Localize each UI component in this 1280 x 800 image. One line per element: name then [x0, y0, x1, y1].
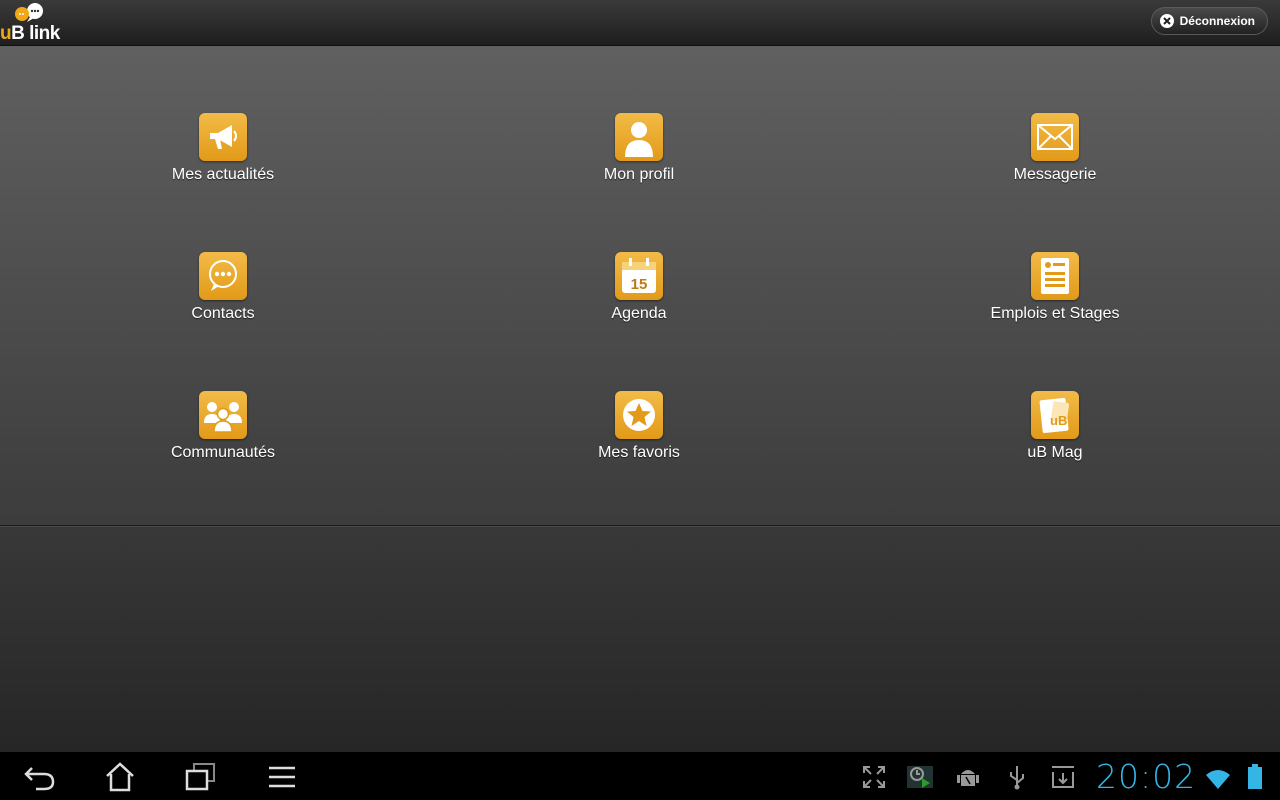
- magazine-icon: uB: [1031, 391, 1079, 439]
- menu-item-label: Contacts: [191, 305, 255, 322]
- calendar-date: 15: [631, 276, 648, 293]
- home-icon[interactable]: [102, 762, 138, 792]
- menu-item-favorites[interactable]: Mes favoris: [519, 391, 759, 471]
- menu-item-label: uB Mag: [1027, 444, 1083, 461]
- home-menu-panel: Mes actualités Mon profil Messagerie Con…: [0, 46, 1280, 526]
- close-icon: [1159, 14, 1174, 28]
- menu-item-label: Messagerie: [1013, 166, 1097, 183]
- logo-bubbles-icon: [15, 3, 43, 22]
- menu-icon[interactable]: [264, 762, 300, 792]
- logo-text-u: u: [0, 23, 12, 44]
- screen-capture-icon[interactable]: [906, 764, 934, 790]
- menu-item-label: Mes actualités: [171, 166, 275, 183]
- system-nav-bar: 20:02: [0, 752, 1280, 800]
- menu-item-messages[interactable]: Messagerie: [935, 113, 1175, 193]
- recent-apps-icon[interactable]: [182, 762, 218, 792]
- calendar-icon: 15: [615, 252, 663, 300]
- menu-item-ub-mag[interactable]: uB uB Mag: [935, 391, 1175, 471]
- menu-item-contacts[interactable]: Contacts: [103, 252, 343, 332]
- status-clock: 20:02: [1096, 757, 1197, 796]
- menu-item-label: Mes favoris: [598, 444, 680, 461]
- menu-item-communities[interactable]: Communautés: [103, 391, 343, 471]
- wifi-icon: [1206, 770, 1230, 789]
- menu-item-label: Communautés: [170, 444, 276, 461]
- logout-button[interactable]: Déconnexion: [1150, 7, 1268, 35]
- menu-item-agenda[interactable]: 15 Agenda: [519, 252, 759, 332]
- menu-item-profile[interactable]: Mon profil: [519, 113, 759, 193]
- usb-icon: [1010, 766, 1024, 790]
- menu-item-label: Agenda: [611, 305, 667, 322]
- megaphone-icon: [199, 113, 247, 161]
- download-icon: [1052, 766, 1074, 788]
- svg-text:uB: uB: [1050, 413, 1067, 428]
- android-debug-icon: [957, 770, 979, 786]
- chat-bubble-icon: [199, 252, 247, 300]
- menu-item-jobs[interactable]: Emplois et Stages: [935, 252, 1175, 332]
- menu-item-news[interactable]: Mes actualités: [103, 113, 343, 193]
- envelope-icon: [1031, 113, 1079, 161]
- menu-item-label: Mon profil: [603, 166, 675, 183]
- app-header: uB link Déconnexion: [0, 0, 1280, 46]
- star-icon: [615, 391, 663, 439]
- back-icon[interactable]: [22, 762, 58, 792]
- menu-item-label: Emplois et Stages: [990, 305, 1120, 322]
- group-icon: [199, 391, 247, 439]
- battery-icon: [1248, 764, 1262, 789]
- logout-label: Déconnexion: [1179, 14, 1255, 28]
- resume-icon: [1031, 252, 1079, 300]
- empty-area: [0, 527, 1280, 752]
- fullscreen-icon[interactable]: [861, 764, 887, 790]
- logo-text: B link: [11, 23, 60, 44]
- app-logo: uB link: [0, 2, 70, 44]
- person-icon: [615, 113, 663, 161]
